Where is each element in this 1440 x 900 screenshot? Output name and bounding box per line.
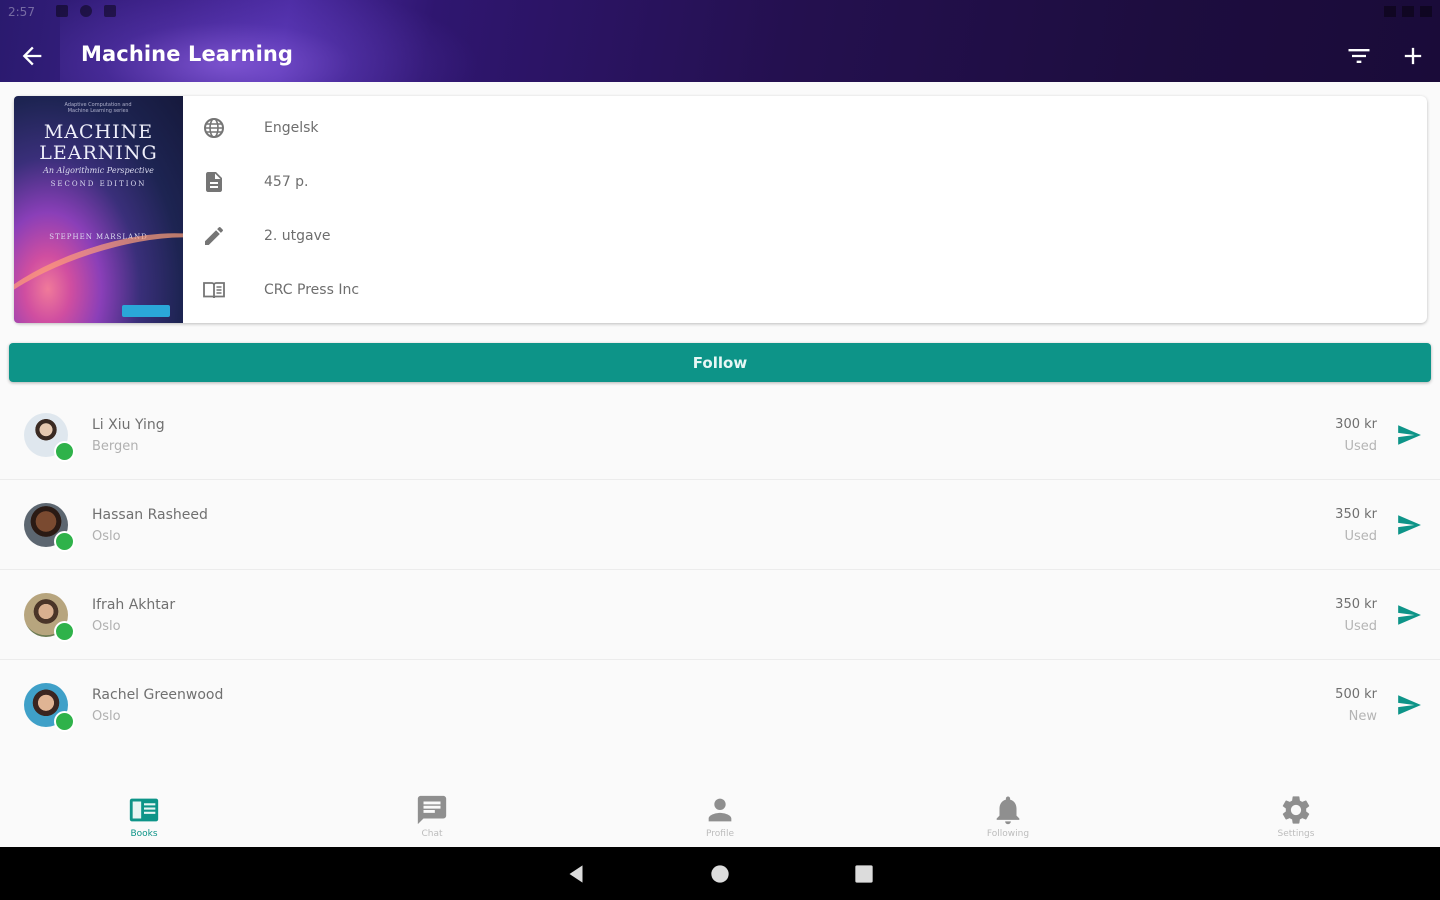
seller-price: 350 kr bbox=[1335, 507, 1377, 522]
notification-icon bbox=[56, 5, 68, 17]
seller-list: Li Xiu Ying Bergen 300 kr Used Hassan Ra… bbox=[0, 390, 1440, 750]
online-status-dot bbox=[54, 711, 75, 732]
document-icon bbox=[206, 172, 222, 192]
battery-icon bbox=[1420, 6, 1432, 17]
book-icon bbox=[129, 798, 159, 822]
seller-row-li-xiu-ying[interactable]: Li Xiu Ying Bergen 300 kr Used bbox=[0, 390, 1440, 480]
send-icon[interactable] bbox=[1395, 602, 1423, 628]
nav-label: Books bbox=[130, 829, 158, 839]
seller-name: Ifrah Akhtar bbox=[92, 597, 176, 613]
open-book-icon bbox=[203, 282, 225, 299]
seller-city: Oslo bbox=[92, 709, 121, 724]
nav-profile[interactable]: Profile bbox=[660, 793, 780, 845]
globe-icon bbox=[204, 118, 224, 138]
seller-name: Rachel Greenwood bbox=[92, 687, 224, 703]
page-title: Machine Learning bbox=[81, 42, 294, 66]
follow-button[interactable]: Follow bbox=[9, 343, 1431, 382]
status-bar: 2:57 bbox=[0, 0, 1440, 28]
seller-condition: Used bbox=[1344, 439, 1377, 454]
seller-condition: New bbox=[1348, 709, 1377, 724]
online-status-dot bbox=[54, 531, 75, 552]
signal-icon bbox=[1402, 6, 1414, 17]
nav-following[interactable]: Following bbox=[948, 793, 1068, 845]
book-language: Engelsk bbox=[264, 120, 319, 136]
nav-label: Profile bbox=[706, 829, 734, 839]
app-bar: 2:57 Machine Learning bbox=[0, 0, 1440, 82]
book-language-row: Engelsk bbox=[202, 113, 602, 143]
seller-row-hassan-rasheed[interactable]: Hassan Rasheed Oslo 350 kr Used bbox=[0, 480, 1440, 570]
seller-city: Oslo bbox=[92, 619, 121, 634]
cover-publisher-badge bbox=[122, 305, 170, 317]
seller-name: Hassan Rasheed bbox=[92, 507, 208, 523]
cover-edition: SECOND EDITION bbox=[50, 180, 147, 188]
add-icon[interactable] bbox=[1399, 42, 1427, 70]
nav-books[interactable]: Books bbox=[84, 793, 204, 845]
seller-price: 350 kr bbox=[1335, 597, 1377, 612]
send-icon[interactable] bbox=[1395, 422, 1423, 448]
filter-icon[interactable] bbox=[1345, 42, 1373, 70]
gear-icon bbox=[1282, 796, 1310, 824]
cover-subtitle: An Algorithmic Perspective bbox=[43, 166, 154, 175]
book-edition: 2. utgave bbox=[264, 228, 331, 244]
bottom-navigation: Books Chat Profile Following Settings bbox=[0, 787, 1440, 847]
nav-label: Following bbox=[986, 829, 1030, 839]
seller-row-ifrah-akhtar[interactable]: Ifrah Akhtar Oslo 350 kr Used bbox=[0, 570, 1440, 660]
book-pages-row: 457 p. bbox=[202, 167, 602, 197]
seller-condition: Used bbox=[1344, 619, 1377, 634]
sync-icon bbox=[80, 5, 92, 17]
wifi-icon bbox=[1384, 6, 1396, 17]
seller-name: Li Xiu Ying bbox=[92, 417, 165, 433]
cover-author: STEPHEN MARSLAND bbox=[49, 233, 148, 241]
book-cover-image[interactable]: Adaptive Computation and Machine Learnin… bbox=[14, 96, 183, 323]
status-time: 2:57 bbox=[8, 5, 35, 19]
sd-card-icon bbox=[104, 5, 116, 17]
seller-city: Oslo bbox=[92, 529, 121, 544]
pencil-icon bbox=[205, 226, 224, 245]
nav-label: Settings bbox=[1277, 829, 1315, 839]
cover-series-text: Adaptive Computation and Machine Learnin… bbox=[64, 102, 132, 114]
book-publisher-row: CRC Press Inc bbox=[202, 275, 602, 305]
system-navigation-bar bbox=[0, 847, 1440, 900]
book-publisher: CRC Press Inc bbox=[264, 282, 360, 298]
system-recents-icon[interactable] bbox=[851, 861, 877, 887]
nav-settings[interactable]: Settings bbox=[1236, 793, 1356, 845]
seller-price: 300 kr bbox=[1335, 417, 1377, 432]
send-icon[interactable] bbox=[1395, 512, 1423, 538]
back-arrow-icon[interactable] bbox=[18, 42, 46, 70]
system-home-icon[interactable] bbox=[707, 861, 733, 887]
send-icon[interactable] bbox=[1395, 692, 1423, 718]
bell-icon bbox=[996, 796, 1020, 825]
system-back-icon[interactable] bbox=[563, 861, 589, 887]
chat-icon bbox=[417, 795, 447, 825]
online-status-dot bbox=[54, 621, 75, 642]
nav-label: Chat bbox=[421, 829, 443, 839]
seller-price: 500 kr bbox=[1335, 687, 1377, 702]
cover-title: MACHINE LEARNING bbox=[39, 121, 158, 164]
book-pages: 457 p. bbox=[264, 174, 309, 190]
person-icon bbox=[708, 798, 732, 822]
status-notification-icons bbox=[56, 5, 116, 17]
seller-row-rachel-greenwood[interactable]: Rachel Greenwood Oslo 500 kr New bbox=[0, 660, 1440, 750]
status-system-icons bbox=[1384, 6, 1432, 17]
online-status-dot bbox=[54, 441, 75, 462]
seller-condition: Used bbox=[1344, 529, 1377, 544]
book-details-card: Adaptive Computation and Machine Learnin… bbox=[14, 96, 1427, 323]
book-edition-row: 2. utgave bbox=[202, 221, 602, 251]
nav-chat[interactable]: Chat bbox=[372, 793, 492, 845]
seller-city: Bergen bbox=[92, 439, 139, 454]
